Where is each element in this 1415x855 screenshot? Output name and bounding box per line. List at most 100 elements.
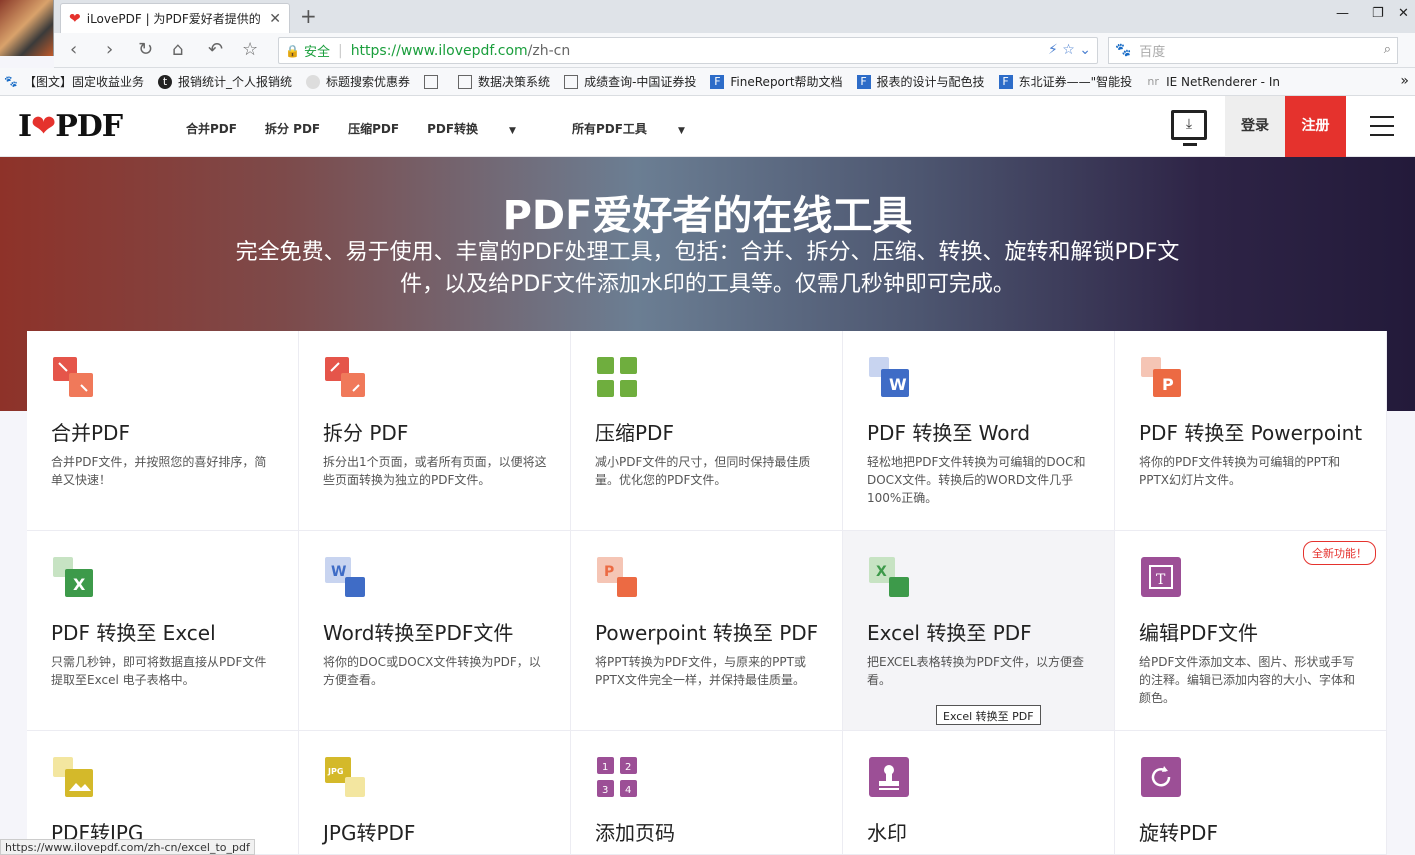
bookmark-item[interactable]: 🐾 【图文】固定收益业务 (4, 73, 144, 90)
tool-title: PDF 转换至 Word (867, 421, 1031, 445)
bookmark-item[interactable]: 数据决策系统 (458, 73, 550, 90)
tool-card-excel-to-pdf[interactable]: X Excel 转换至 PDF 把EXCEL表格转换为PDF文件，以方便查看。 (843, 531, 1115, 731)
svg-text:P: P (604, 564, 614, 580)
hero-title: PDF爱好者的在线工具 (502, 193, 913, 239)
menu-convert[interactable]: PDF转换 ▼ (427, 120, 544, 137)
tool-card-pdf-to-word[interactable]: W PDF 转换至 Word 轻松地把PDF文件转换为可编辑的DOC和DOCX文… (843, 331, 1115, 531)
tool-desc: 减小PDF文件的尺寸，但同时保持最佳质量。优化您的PDF文件。 (595, 455, 811, 487)
svg-text:X: X (73, 575, 86, 594)
powerpoint-to-pdf-icon: P (597, 557, 637, 597)
menu-all-tools[interactable]: 所有PDF工具 ▼ (572, 120, 713, 137)
heart-favicon-icon: ❤ (69, 10, 81, 27)
tool-card-compress[interactable]: 压缩PDF 减小PDF文件的尺寸，但同时保持最佳质量。优化您的PDF文件。 (571, 331, 843, 531)
new-tab-icon[interactable]: + (300, 4, 317, 28)
tool-card-word-to-pdf[interactable]: W Word转换至PDF文件 将你的DOC或DOCX文件转换为PDF，以方便查看… (299, 531, 571, 731)
bookmark-item[interactable]: F 东北证券——"智能投 (998, 73, 1132, 90)
bookmark-item[interactable]: t 报销统计_个人报销统 (158, 73, 292, 90)
ilovepdf-logo[interactable]: I❤PDF (18, 109, 123, 144)
secure-label: 安全 (303, 45, 330, 60)
tool-card-pdf-to-ppt[interactable]: P PDF 转换至 Powerpoint 将你的PDF文件转换为可编辑的PPT和… (1115, 331, 1387, 531)
url-host: https://www.ilovepdf.com (350, 42, 528, 59)
menu-split[interactable]: 拆分 PDF (265, 120, 320, 137)
tool-card-pdf-to-excel[interactable]: X PDF 转换至 Excel 只需几秒钟，即可将数据直接从PDF文件提取至Ex… (27, 531, 299, 731)
desktop-app-icon[interactable]: ⤓ (1171, 110, 1207, 146)
tool-card-split[interactable]: 拆分 PDF 拆分出1个页面，或者所有页面，以便将这些页面转换为独立的PDF文件… (299, 331, 571, 531)
signup-button[interactable]: 注册 (1285, 96, 1346, 157)
tool-desc: 只需几秒钟，即可将数据直接从PDF文件提取至Excel 电子表格中。 (51, 655, 267, 687)
tool-title: 添加页码 (595, 821, 675, 845)
tool-card-pdf-to-jpg[interactable]: PDF转JPG (27, 731, 299, 855)
search-placeholder: 百度 (1139, 45, 1166, 60)
back-icon[interactable]: ‹ (70, 39, 77, 60)
svg-text:1: 1 (602, 762, 608, 773)
pdf-to-word-icon: W (869, 357, 909, 397)
word-to-pdf-icon: W (325, 557, 365, 597)
bookmark-item[interactable]: F FineReport帮助文档 (710, 73, 843, 90)
user-avatar[interactable] (0, 0, 54, 56)
menu-compress[interactable]: 压缩PDF (348, 120, 399, 137)
tool-desc: 将PPT转换为PDF文件，与原来的PPT或PPTX文件完全一样，并保持最佳质量。 (595, 655, 806, 687)
tools-grid: 合并PDF 合并PDF文件，并按照您的喜好排序，简单又快速！ 拆分 PDF 拆分… (27, 331, 1387, 855)
tool-card-jpg-to-pdf[interactable]: JPG JPG转PDF (299, 731, 571, 855)
bookmark-item[interactable]: F 报表的设计与配色技 (856, 73, 985, 90)
more-bookmarks-icon[interactable]: » (1400, 73, 1409, 89)
browser-nav-bar: ‹ › ↻ ⌂ ↶ ☆ 🔒 安全 | https://www.ilovepdf.… (54, 33, 1415, 68)
tool-card-page-numbers[interactable]: 1 2 3 4 添加页码 (571, 731, 843, 855)
search-icon[interactable]: ⌕ (1384, 42, 1391, 57)
tool-title: Powerpoint 转换至 PDF (595, 621, 819, 645)
bookmarks-bar: 🐾 【图文】固定收益业务 t 报销统计_个人报销统 标题搜索优惠券 数据决策系统 成… (0, 68, 1415, 96)
svg-text:3: 3 (602, 785, 608, 796)
svg-text:W: W (331, 564, 346, 580)
login-button[interactable]: 登录 (1225, 96, 1285, 157)
bookmark-star-icon[interactable]: ☆ (242, 39, 258, 60)
hamburger-menu-icon[interactable] (1370, 116, 1394, 136)
tooltip: Excel 转换至 PDF (936, 705, 1041, 725)
search-box[interactable]: 🐾 百度 ⌕ (1108, 37, 1398, 64)
tool-desc: 将你的DOC或DOCX文件转换为PDF，以方便查看。 (323, 655, 541, 687)
tool-title: 压缩PDF (595, 421, 674, 445)
address-bar[interactable]: 🔒 安全 | https://www.ilovepdf.com /zh-cn ⚡… (278, 37, 1098, 64)
tool-title: Word转换至PDF文件 (323, 621, 514, 645)
tool-title: 编辑PDF文件 (1139, 621, 1258, 645)
watermark-stamp-icon (869, 757, 909, 797)
tool-card-ppt-to-pdf[interactable]: P Powerpoint 转换至 PDF 将PPT转换为PDF文件，与原来的PP… (571, 531, 843, 731)
reload-icon[interactable]: ↻ (138, 39, 153, 60)
tool-card-watermark[interactable]: 水印 (843, 731, 1115, 855)
site-header: I❤PDF 合并PDF 拆分 PDF 压缩PDF PDF转换 ▼ 所有PDF工具 ▼… (0, 96, 1415, 157)
main-menu: 合并PDF 拆分 PDF 压缩PDF PDF转换 ▼ 所有PDF工具 ▼ (186, 120, 741, 137)
close-tab-icon[interactable]: ✕ (269, 11, 281, 27)
url-path: /zh-cn (527, 42, 571, 59)
bookmark-item[interactable]: 标题搜索优惠券 (306, 73, 410, 90)
tool-title: JPG转PDF (323, 821, 416, 845)
finereport-icon: F (998, 74, 1013, 89)
browser-tab[interactable]: ❤ iLovePDF | 为PDF爱好者提供的 ✕ (60, 3, 290, 33)
bookmark-item[interactable]: nr IE NetRenderer - In (1146, 75, 1280, 89)
restore-icon[interactable]: ❐ (1372, 6, 1384, 21)
tool-title: PDF 转换至 Powerpoint (1139, 421, 1363, 445)
tool-desc: 将你的PDF文件转换为可编辑的PPT和PPTX幻灯片文件。 (1139, 455, 1341, 487)
tool-title: Excel 转换至 PDF (867, 621, 1032, 645)
tool-card-rotate[interactable]: 旋转PDF (1115, 731, 1387, 855)
menu-merge[interactable]: 合并PDF (186, 120, 237, 137)
bookmark-item[interactable] (424, 74, 444, 89)
forward-icon[interactable]: › (106, 39, 113, 60)
compress-icon (597, 357, 637, 397)
close-window-icon[interactable]: ✕ (1398, 6, 1409, 21)
baidu-icon: 🐾 (4, 74, 18, 88)
tool-title: 拆分 PDF (323, 421, 409, 445)
tool-card-edit-pdf[interactable]: 全新功能！ T 编辑PDF文件 给PDF文件添加文本、图片、形状或手写的注释。编… (1115, 531, 1387, 731)
svg-text:W: W (889, 375, 907, 394)
url-actions-icon[interactable]: ⚡ ☆ ⌄ (1048, 42, 1091, 58)
baidu-icon: 🐾 (1115, 43, 1132, 58)
minimize-icon[interactable]: — (1336, 6, 1349, 21)
bookmark-item[interactable]: 成绩查询-中国证券投 (564, 73, 696, 90)
caret-down-icon: ▼ (677, 126, 685, 136)
new-feature-badge: 全新功能！ (1303, 541, 1376, 565)
undo-icon[interactable]: ↶ (208, 39, 223, 60)
globe-icon (306, 74, 321, 89)
tool-title: PDF 转换至 Excel (51, 621, 216, 645)
excel-to-pdf-icon: X (869, 557, 909, 597)
home-icon[interactable]: ⌂ (172, 39, 183, 60)
tool-card-merge[interactable]: 合并PDF 合并PDF文件，并按照您的喜好排序，简单又快速！ (27, 331, 299, 531)
tool-title: 水印 (867, 821, 907, 845)
